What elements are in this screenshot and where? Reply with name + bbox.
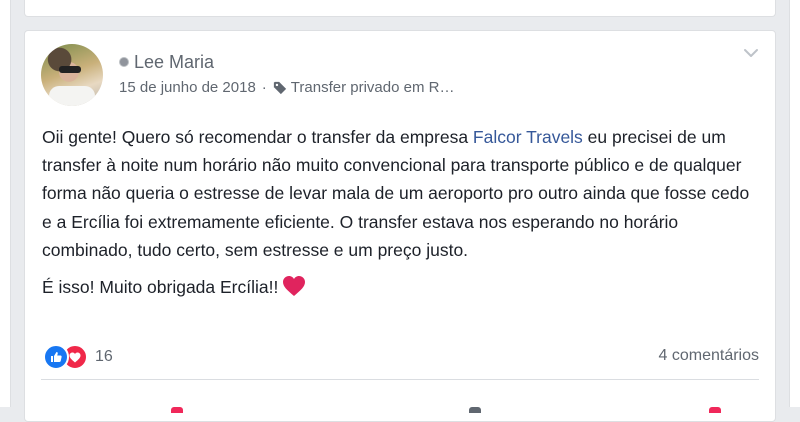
avatar-shirt [49, 86, 95, 106]
share-action-icon[interactable] [709, 407, 721, 413]
active-status-icon [119, 57, 129, 67]
previous-post-card [24, 0, 776, 17]
author-row: Lee Maria [119, 51, 454, 73]
actions-divider [41, 379, 759, 380]
like-action-icon[interactable] [171, 407, 183, 413]
like-icon [43, 344, 69, 370]
tag-icon [273, 81, 286, 94]
post-card: Lee Maria 15 de junho de 2018 · Transfer… [24, 30, 776, 422]
comments-count-link[interactable]: 4 comentários [659, 347, 760, 365]
comment-action-icon[interactable] [469, 407, 481, 413]
chevron-down-icon[interactable] [743, 47, 759, 59]
page-link[interactable]: Falcor Travels [473, 127, 583, 147]
post-text-part1: Oii gente! Quero só recomendar o transfe… [42, 127, 473, 147]
post-date[interactable]: 15 de junho de 2018 [119, 79, 256, 96]
avatar-glasses [59, 66, 81, 73]
post-meta: 15 de junho de 2018 · Transfer privado e… [119, 79, 454, 96]
closing-text: É isso! Muito obrigada Ercília!! [42, 277, 279, 298]
avatar[interactable] [41, 44, 103, 106]
post-header: Lee Maria 15 de junho de 2018 · Transfer… [119, 51, 454, 96]
post-paragraph: Oii gente! Quero só recomendar o transfe… [42, 123, 762, 264]
meta-separator: · [261, 79, 267, 96]
left-column-edge [0, 0, 11, 407]
tag-link[interactable]: Transfer privado em R… [291, 79, 455, 96]
post-body: Oii gente! Quero só recomendar o transfe… [42, 123, 762, 301]
reaction-count: 16 [95, 348, 113, 365]
right-column-edge [789, 0, 800, 407]
heart-emoji-icon [283, 276, 306, 297]
post-closing: É isso! Muito obrigada Ercília!! [42, 273, 762, 301]
author-name[interactable]: Lee Maria [134, 52, 214, 73]
reactions-summary[interactable]: 16 [43, 344, 113, 370]
